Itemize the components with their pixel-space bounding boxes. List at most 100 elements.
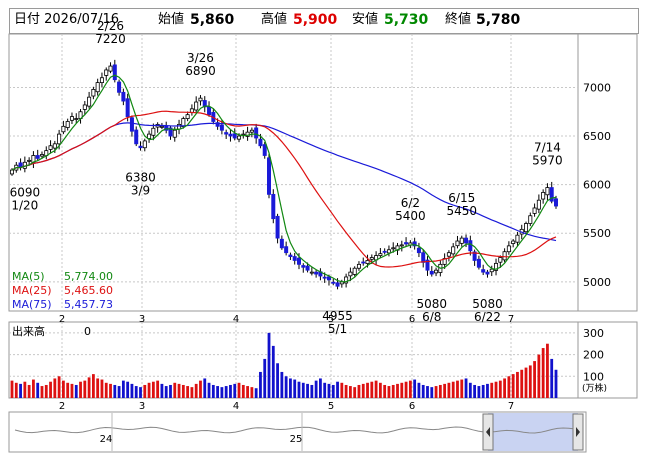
volume-bar [96,378,100,398]
volume-bar [301,382,305,398]
volume-bar [160,383,164,398]
candle-body [87,96,92,107]
volume-bar [408,380,412,398]
candle-body [455,240,460,247]
month-label-volume: 3 [139,401,145,412]
volume-bar [417,382,421,398]
candle-body [61,125,66,133]
volume-bar [460,379,464,398]
candle-body [421,252,426,263]
volume-bar [220,387,224,398]
annotation-date: 6/22 [474,310,501,324]
ma-legend-label: MA(75) [12,298,52,311]
annotation-price: 5450 [446,204,477,218]
volume-bar [361,383,365,398]
candle-body [198,97,203,102]
volume-bar [207,382,211,398]
month-label: 2 [59,314,65,325]
volume-bar [241,384,245,398]
ma-legend-value: 5,465.60 [64,284,113,297]
volume-bar [83,380,87,398]
volume-bar [104,382,108,398]
volume-bar [413,379,417,398]
volume-bar [181,384,185,398]
annotation-date: 6/15 [448,191,475,205]
candle-body [39,154,44,157]
candle-body [219,124,224,131]
volume-bar [323,382,327,398]
volume-bar [421,384,425,398]
candle-body [27,159,32,162]
candle-body [378,253,383,257]
volume-bar [498,380,502,398]
candle-body [194,101,199,111]
volume-bar [66,382,70,398]
annotation-price: 5970 [532,154,563,168]
candle-body [369,257,374,260]
volume-bar [340,382,344,398]
volume-bar [370,381,374,398]
candle-body [331,281,336,284]
annotation-price: 5080 [417,297,448,311]
candle-body [125,98,130,118]
candle-body [399,244,404,247]
annotation-price: 7220 [95,32,126,46]
volume-bar [254,388,258,398]
candle-body [99,77,104,83]
candle-body [314,271,319,275]
volume-bar [319,378,322,398]
candle-body [18,162,23,168]
volume-bar [49,381,52,398]
candle-body [288,254,293,257]
volume-bar [383,384,387,398]
candle-body [117,81,122,93]
volume-bar [528,365,532,398]
candle-body [511,240,516,244]
month-label-volume: 5 [328,401,334,412]
volume-bar [511,374,515,398]
chart-canvas: 7000 6500 6000 5500 5000 300 200 100(万株) 2 2 3 3 4 4 5… [8,19,638,453]
volume-bar [53,378,57,398]
volume-bar [23,381,27,398]
volume-bar [250,387,254,398]
candle-body [9,169,14,175]
volume-title: 出来高 [12,324,45,338]
volume-bar [289,378,292,398]
price-tick-label: 6000 [583,179,611,192]
navigator-selection[interactable] [488,413,578,451]
candle-body [322,276,327,279]
candle-body [305,265,310,271]
candle-body [189,108,194,113]
volume-bar [391,384,395,398]
candle-body [129,117,134,132]
candle-body [382,250,387,253]
volume-bar [473,384,477,398]
volume-bar [87,377,91,398]
volume-bar [541,348,545,398]
volume-bar [464,378,468,398]
candle-body [279,238,284,249]
volume-bar [387,386,391,398]
candle-body [35,155,40,159]
candle-body [434,269,439,274]
volume-bar [426,386,429,398]
candle-body [532,207,537,214]
volume-bar [40,386,44,398]
candle-body [554,198,559,207]
volume-bar [451,381,455,398]
volume-bar [79,381,82,398]
volume-bar [357,384,361,398]
volume-bar [190,387,194,398]
volume-bar [194,383,198,398]
candle-body [151,127,156,136]
candle-body [284,246,289,254]
volume-bar [57,376,61,398]
candle-body [69,116,74,121]
volume-bar [404,381,408,398]
candle-body [348,271,353,277]
volume-bar [327,383,331,398]
candle-body [524,223,529,233]
volume-bar [353,387,357,398]
volume-bar [211,384,215,398]
candle-body [502,251,507,261]
